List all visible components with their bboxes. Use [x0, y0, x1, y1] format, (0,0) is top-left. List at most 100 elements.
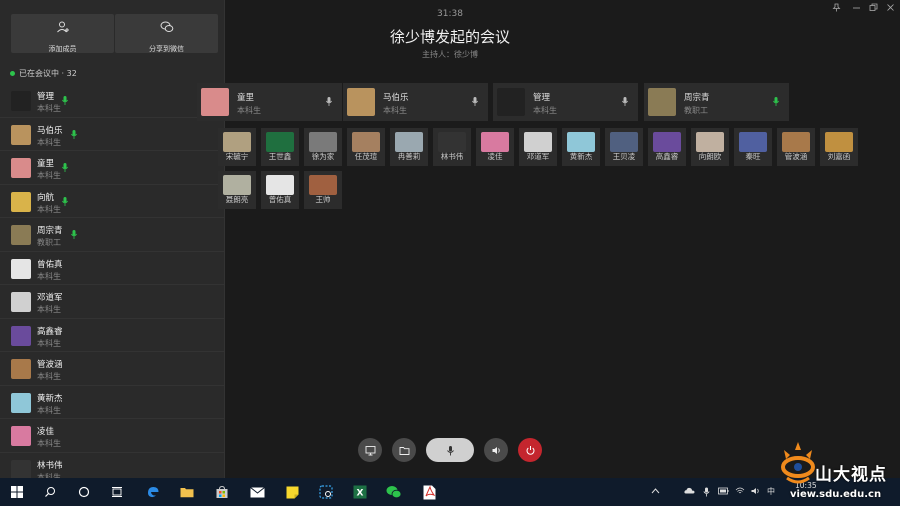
- participant-tile[interactable]: 林书伟: [433, 128, 471, 166]
- ime-indicator[interactable]: 中: [767, 486, 775, 497]
- wifi-icon[interactable]: [735, 487, 745, 497]
- participant-list: 管理 本科生 马伯乐 本科生 童里 本科生 向航 本科生 周宗青 教职工 曾佑真 本科生 邓道军 本科生高…: [0, 84, 224, 478]
- participant-name: 高鑫睿: [37, 326, 63, 337]
- participant-row[interactable]: 向航 本科生: [0, 185, 224, 218]
- speaking-mic-icon: [62, 191, 68, 206]
- participant-tile[interactable]: 刘嘉函: [820, 128, 858, 166]
- participant-tile[interactable]: 向朗欧: [691, 128, 729, 166]
- sticky-notes-icon[interactable]: [284, 484, 300, 500]
- participant-row[interactable]: 马伯乐 本科生: [0, 118, 224, 151]
- participant-tile[interactable]: 曾佑真: [261, 171, 299, 209]
- avatar: [223, 132, 251, 152]
- mail-icon[interactable]: [249, 484, 265, 500]
- speaker-button[interactable]: [484, 438, 508, 462]
- participant-row[interactable]: 林书伟 本科生: [0, 453, 224, 478]
- participant-row[interactable]: 管波涵 本科生: [0, 352, 224, 386]
- participant-name: 邓道军: [37, 293, 63, 303]
- restore-icon[interactable]: [869, 3, 878, 15]
- add-user-icon: [56, 21, 69, 33]
- minimize-icon[interactable]: [852, 3, 861, 15]
- pdf-reader-icon[interactable]: [421, 484, 437, 500]
- participant-row[interactable]: 周宗青 教职工: [0, 218, 224, 252]
- avatar: [739, 132, 767, 152]
- add-member-button[interactable]: 添加成员: [11, 14, 114, 53]
- search-icon[interactable]: [42, 484, 58, 500]
- wechat-app-icon[interactable]: [386, 484, 402, 500]
- share-screen-button[interactable]: [358, 438, 382, 462]
- participant-row[interactable]: 童里 本科生: [0, 151, 224, 185]
- power-icon: [526, 445, 534, 455]
- share-wechat-button[interactable]: 分享到微信: [115, 14, 218, 53]
- avatar: [11, 426, 31, 446]
- participant-row[interactable]: 邓道军 本科生: [0, 285, 224, 319]
- tile-name: 邓道军: [526, 152, 550, 161]
- microphone-icon: [773, 91, 779, 106]
- participant-tile[interactable]: 管波涵: [777, 128, 815, 166]
- speaker-card[interactable]: 管理 本科生: [493, 83, 638, 121]
- participant-tile[interactable]: 黄新杰: [562, 128, 600, 166]
- volume-icon[interactable]: [751, 487, 761, 497]
- participant-tile[interactable]: 任茂瑄: [347, 128, 385, 166]
- onedrive-icon[interactable]: [684, 487, 695, 496]
- participant-tile[interactable]: 冉善莉: [390, 128, 428, 166]
- tile-name: 高鑫睿: [655, 152, 679, 161]
- tray-expand-icon[interactable]: [651, 487, 660, 496]
- participant-role: 本科生: [37, 338, 61, 348]
- tile-name: 聂朗亮: [225, 195, 249, 204]
- avatar: [497, 88, 525, 116]
- participant-sidebar: 添加成员 分享到微信 已在会议中 · 32 管理 本科生 马伯乐 本科生 童里 本科生 向航…: [0, 0, 225, 478]
- tile-name: 王帅: [315, 195, 331, 204]
- windows-start-icon[interactable]: [9, 484, 25, 500]
- participant-role: 本科生: [37, 439, 61, 448]
- cortana-icon[interactable]: [76, 484, 92, 500]
- participant-name: 凌佳: [37, 427, 55, 437]
- tile-name: 曾佑真: [268, 195, 292, 204]
- participant-tile[interactable]: 高鑫睿: [648, 128, 686, 166]
- participant-tile[interactable]: 邓道军: [519, 128, 557, 166]
- tile-name: 秦旺: [745, 152, 761, 161]
- participant-row[interactable]: 凌佳 本科生: [0, 419, 224, 453]
- speaker-role: 教职工: [684, 106, 708, 115]
- avatar: [309, 132, 337, 152]
- participant-tile[interactable]: 王贝凌: [605, 128, 643, 166]
- participant-tile[interactable]: 凌佳: [476, 128, 514, 166]
- taskbar: X 中: [0, 478, 900, 506]
- speaker-name: 马伯乐: [383, 93, 409, 103]
- mute-button[interactable]: [426, 438, 474, 462]
- speaker-card[interactable]: 周宗青 教职工: [644, 83, 789, 121]
- excel-icon[interactable]: X: [352, 484, 368, 500]
- participant-tile[interactable]: 王帅: [304, 171, 342, 209]
- avatar: [11, 258, 31, 279]
- snip-tool-icon[interactable]: [318, 484, 334, 500]
- participant-tile[interactable]: 王世鑫: [261, 128, 299, 166]
- watermark-url: view.sdu.edu.cn: [790, 489, 882, 500]
- avatar: [11, 225, 31, 245]
- battery-icon[interactable]: [718, 487, 729, 497]
- participant-tile[interactable]: 聂朗亮: [218, 171, 256, 209]
- avatar: [11, 359, 31, 379]
- sdu-logo-icon: [781, 442, 815, 484]
- meeting-window: 添加成员 分享到微信 已在会议中 · 32 管理 本科生 马伯乐 本科生 童里 本科生 向航…: [0, 0, 900, 506]
- share-file-button[interactable]: [392, 438, 416, 462]
- speaker-card[interactable]: 马伯乐 本科生: [343, 83, 488, 121]
- speaking-mic-icon: [62, 157, 68, 172]
- participant-row[interactable]: 高鑫睿 本科生: [0, 319, 224, 352]
- screen-share-icon: [365, 445, 375, 455]
- pin-icon[interactable]: [832, 3, 841, 15]
- participant-row[interactable]: 黄新杰 本科生: [0, 386, 224, 419]
- participant-row[interactable]: 曾佑真 本科生: [0, 252, 224, 285]
- leave-meeting-button[interactable]: [518, 438, 542, 462]
- speaker-card[interactable]: 童里 本科生: [197, 83, 342, 121]
- participant-tile[interactable]: 秦旺: [734, 128, 772, 166]
- close-icon[interactable]: [886, 3, 895, 15]
- microphone-tray-icon[interactable]: [703, 487, 710, 499]
- add-member-label: 添加成员: [48, 45, 77, 53]
- participant-tile[interactable]: 宋毓宁: [218, 128, 256, 166]
- task-view-icon[interactable]: [109, 484, 125, 500]
- file-explorer-icon[interactable]: [179, 484, 195, 500]
- avatar: [395, 132, 423, 152]
- store-icon[interactable]: [214, 484, 230, 500]
- participant-row[interactable]: 管理 本科生: [0, 84, 224, 118]
- edge-browser-icon[interactable]: [145, 484, 161, 500]
- participant-tile[interactable]: 徐为家: [304, 128, 342, 166]
